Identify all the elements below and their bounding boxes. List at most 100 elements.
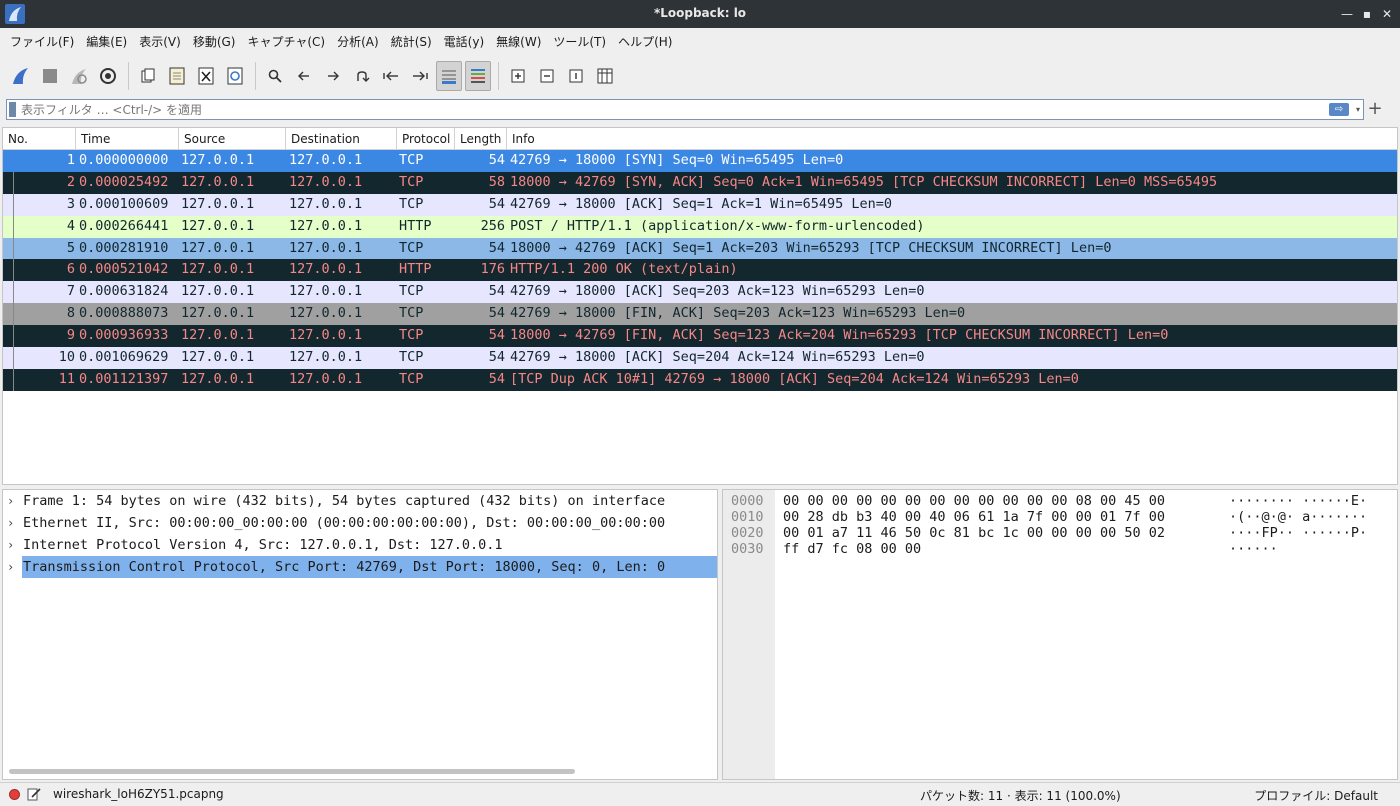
jump-icon	[357, 71, 370, 82]
open-file-button[interactable]	[135, 61, 161, 91]
colorize-button[interactable]	[465, 61, 491, 91]
packet-proto: TCP	[399, 327, 424, 344]
capture-options-button[interactable]	[95, 61, 121, 91]
close-file-icon	[198, 67, 214, 85]
apply-filter-arrow-icon[interactable]: ⇨	[1329, 103, 1349, 116]
menu-go[interactable]: 移動(G)	[187, 31, 242, 53]
gear-icon	[100, 68, 116, 84]
menu-capture[interactable]: キャプチャ(C)	[241, 31, 331, 53]
stop-capture-button[interactable]	[37, 61, 63, 91]
packet-no: 9	[66, 327, 75, 344]
packet-info: POST / HTTP/1.1 (application/x-www-form-…	[510, 217, 925, 234]
packet-row[interactable]: 6 0.000521042 127.0.0.1 127.0.0.1 HTTP 176 HTT…	[3, 259, 1397, 282]
add-filter-button[interactable]: +	[1366, 97, 1384, 121]
column-info[interactable]: Info	[507, 128, 1397, 150]
title-bar: *Loopback: lo — ▪ ✕	[0, 0, 1400, 28]
last-packet-button[interactable]	[407, 61, 433, 91]
go-forward-button[interactable]	[320, 61, 346, 91]
zoom-out-button[interactable]	[534, 61, 560, 91]
restart-capture-button[interactable]	[66, 61, 92, 91]
menu-wireless[interactable]: 無線(W)	[490, 31, 547, 53]
filter-bookmark-icon[interactable]	[9, 102, 16, 117]
close-icon[interactable]: ✕	[1378, 5, 1396, 23]
menu-view[interactable]: 表示(V)	[133, 31, 187, 53]
menu-tools[interactable]: ツール(T)	[547, 31, 612, 53]
packet-bytes-pane: 0000 00 00 00 00 00 00 00 00 00 00 00 00 …	[722, 489, 1398, 780]
column-time[interactable]: Time	[76, 128, 179, 150]
first-packet-icon	[383, 71, 398, 81]
packet-row[interactable]: 11 0.001121397 127.0.0.1 127.0.0.1 TCP 54 [TCP…	[3, 368, 1397, 391]
packet-row[interactable]: 9 0.000936933 127.0.0.1 127.0.0.1 TCP 54 18000…	[3, 325, 1397, 348]
menu-file[interactable]: ファイル(F)	[4, 31, 80, 53]
packet-len: 54	[488, 349, 505, 366]
packet-len: 54	[488, 305, 505, 322]
packet-dst: 127.0.0.1	[289, 217, 363, 234]
expand-chevron-icon[interactable]: ›	[7, 556, 14, 578]
packet-row[interactable]: 10 0.001069629 127.0.0.1 127.0.0.1 TCP 54 4276…	[3, 347, 1397, 369]
expand-chevron-icon[interactable]: ›	[7, 490, 14, 512]
display-filter-bar: ⇨ ▾	[6, 99, 1364, 120]
normal-size-button[interactable]	[563, 61, 589, 91]
packet-row[interactable]: 5 0.000281910 127.0.0.1 127.0.0.1 TCP 54 18000…	[3, 237, 1397, 260]
packet-row[interactable]: 1 0.000000000 127.0.0.1 127.0.0.1 TCP 54 42769…	[3, 150, 1397, 172]
expert-info-icon[interactable]	[9, 789, 20, 800]
expand-chevron-icon[interactable]: ›	[7, 534, 14, 556]
packet-dst: 127.0.0.1	[289, 261, 363, 278]
auto-scroll-icon	[442, 70, 456, 84]
details-tree-item[interactable]: › Ethernet II, Src: 00:00:00_00:00:00 (00…	[3, 512, 717, 534]
profile-label[interactable]: プロファイル: Default	[1254, 787, 1378, 804]
menu-analyze[interactable]: 分析(A)	[331, 31, 385, 53]
colorize-icon	[471, 69, 485, 83]
packet-row[interactable]: 7 0.000631824 127.0.0.1 127.0.0.1 TCP 54 42769…	[3, 281, 1397, 304]
resize-columns-button[interactable]	[592, 61, 618, 91]
packet-dst: 127.0.0.1	[289, 239, 363, 256]
start-capture-button[interactable]	[8, 61, 34, 91]
packet-proto: HTTP	[399, 217, 432, 234]
reload-file-button[interactable]	[222, 61, 248, 91]
column-no[interactable]: No.	[3, 128, 76, 150]
column-source[interactable]: Source	[179, 128, 286, 150]
expand-chevron-icon[interactable]: ›	[7, 512, 14, 534]
packet-row[interactable]: 8 0.000888073 127.0.0.1 127.0.0.1 TCP 54 42769…	[3, 303, 1397, 326]
display-filter-input[interactable]	[21, 101, 1321, 118]
menu-telephony[interactable]: 電話(y)	[438, 31, 490, 53]
capture-file-name: wireshark_loH6ZY51.pcapng	[53, 787, 224, 801]
column-length[interactable]: Length	[455, 128, 507, 150]
restore-icon[interactable]: ▪	[1358, 5, 1376, 23]
packet-proto: TCP	[399, 195, 424, 212]
details-tree-item[interactable]: › Internet Protocol Version 4, Src: 127.0…	[3, 534, 717, 556]
details-tree-item[interactable]: › Frame 1: 54 bytes on wire (432 bits), 5…	[3, 490, 717, 512]
packet-row[interactable]: 2 0.000025492 127.0.0.1 127.0.0.1 TCP 58 18000…	[3, 171, 1397, 194]
menu-edit[interactable]: 編集(E)	[80, 31, 133, 53]
bytes-row[interactable]: 0030 ff d7 fc 08 00 00 ······	[723, 541, 1397, 557]
packet-row[interactable]: 4 0.000266441 127.0.0.1 127.0.0.1 HTTP 256 POS…	[3, 215, 1397, 238]
first-packet-button[interactable]	[378, 61, 404, 91]
go-to-packet-button[interactable]	[349, 61, 375, 91]
menu-help[interactable]: ヘルプ(H)	[612, 31, 678, 53]
menu-statistics[interactable]: 統計(S)	[385, 31, 438, 53]
packet-no: 1	[66, 152, 75, 168]
go-back-button[interactable]	[291, 61, 317, 91]
auto-scroll-button[interactable]	[436, 61, 462, 91]
bytes-offset: 0030	[731, 541, 764, 557]
save-file-button[interactable]	[164, 61, 190, 91]
details-horizontal-scrollbar[interactable]	[9, 769, 575, 774]
packet-details-pane: › Frame 1: 54 bytes on wire (432 bits), 5…	[2, 489, 718, 780]
column-protocol[interactable]: Protocol	[397, 128, 455, 150]
packet-row[interactable]: 3 0.000100609 127.0.0.1 127.0.0.1 TCP 54 42769…	[3, 193, 1397, 216]
find-packet-button[interactable]	[262, 61, 288, 91]
packet-src: 127.0.0.1	[181, 239, 255, 256]
packet-len: 54	[488, 152, 505, 168]
menu-bar: ファイル(F) 編集(E) 表示(V) 移動(G) キャプチャ(C) 分析(A)…	[0, 28, 1400, 56]
bytes-row[interactable]: 0000 00 00 00 00 00 00 00 00 00 00 00 00 …	[723, 493, 1397, 509]
packet-proto: TCP	[399, 173, 424, 190]
zoom-in-button[interactable]	[505, 61, 531, 91]
column-destination[interactable]: Destination	[286, 128, 397, 150]
details-tree-item[interactable]: › Transmission Control Protocol, Src Port…	[3, 556, 717, 578]
capture-comment-icon[interactable]	[27, 787, 41, 801]
bytes-row[interactable]: 0020 00 01 a7 11 46 50 0c 81 bc 1c 00 00 …	[723, 525, 1397, 541]
minimize-icon[interactable]: —	[1338, 5, 1356, 23]
bytes-row[interactable]: 0010 00 28 db b3 40 00 40 06 61 1a 7f 00 …	[723, 509, 1397, 525]
close-file-button[interactable]	[193, 61, 219, 91]
filter-dropdown-icon[interactable]: ▾	[1353, 103, 1363, 116]
